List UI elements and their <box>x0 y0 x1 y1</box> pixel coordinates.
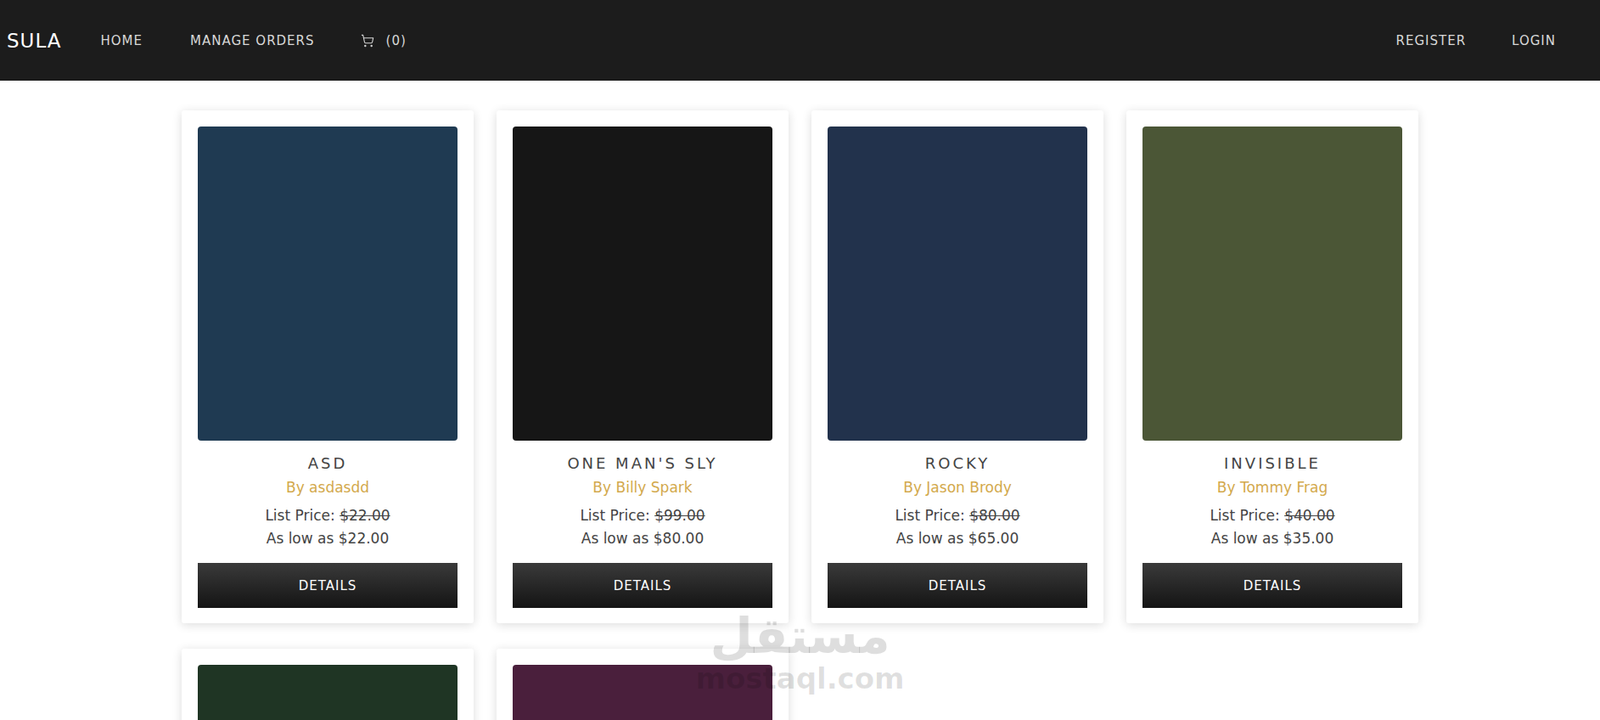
details-button[interactable]: DETAILS <box>1142 562 1403 608</box>
nav-link[interactable]: MANAGE ORDERS <box>190 33 315 49</box>
book-title: ASD <box>308 454 349 472</box>
book-title: ONE MAN'S SLY <box>567 454 718 472</box>
nav-link[interactable]: REGISTER <box>1396 33 1467 49</box>
book-author: By Tommy Frag <box>1217 478 1328 496</box>
cart-link[interactable]: (0) <box>360 33 407 49</box>
book-card: INVISIBLE By Tommy Frag List Price: $40.00… <box>1126 110 1419 624</box>
book-cover[interactable] <box>512 126 773 441</box>
book-author: By asdasdd <box>286 478 370 496</box>
book-price: List Price: $40.00As low as $35.00 <box>1209 504 1335 551</box>
book-author: By Billy Spark <box>592 478 692 496</box>
watermark: مستقلmostaql.com <box>695 611 904 693</box>
book-grid: ASD By asdasdd List Price: $22.00As low as… <box>0 80 1600 720</box>
details-button[interactable]: DETAILS <box>512 562 773 608</box>
nav-link[interactable]: LOGIN <box>1511 33 1556 49</box>
book-price: List Price: $99.00As low as $80.00 <box>579 504 705 551</box>
book-title: ROCKY <box>925 454 990 472</box>
book-price: List Price: $80.00As low as $65.00 <box>894 504 1020 551</box>
details-button[interactable]: DETAILS <box>827 562 1088 608</box>
book-cover[interactable] <box>827 126 1088 441</box>
book-card: ROCKY By Jason Brody List Price: $80.00As … <box>811 110 1104 624</box>
book-card: ASD By asdasdd List Price: $22.00As low as… <box>181 110 474 624</box>
book-card <box>496 648 789 720</box>
book-title: INVISIBLE <box>1223 454 1321 472</box>
book-card: ONE MAN'S SLY By Billy Spark List Price: $… <box>496 110 789 624</box>
book-cover[interactable] <box>197 126 458 441</box>
book-price: List Price: $22.00As low as $22.00 <box>264 504 390 551</box>
details-button[interactable]: DETAILS <box>197 562 458 608</box>
cart-icon <box>360 33 375 48</box>
book-cover[interactable] <box>1142 126 1403 441</box>
book-author: By Jason Brody <box>903 478 1012 496</box>
navbar: SULA HOME MANAGE ORDERS (0) REGISTER LOGIN <box>0 0 1600 81</box>
page: SULA HOME MANAGE ORDERS (0) REGISTER LOGIN ASD… <box>0 0 1600 720</box>
nav-link[interactable]: HOME <box>101 33 144 49</box>
book-cover[interactable] <box>197 664 458 720</box>
book-cover[interactable] <box>512 664 773 720</box>
book-card <box>181 648 474 720</box>
brand-logo[interactable]: SULA <box>6 29 62 52</box>
